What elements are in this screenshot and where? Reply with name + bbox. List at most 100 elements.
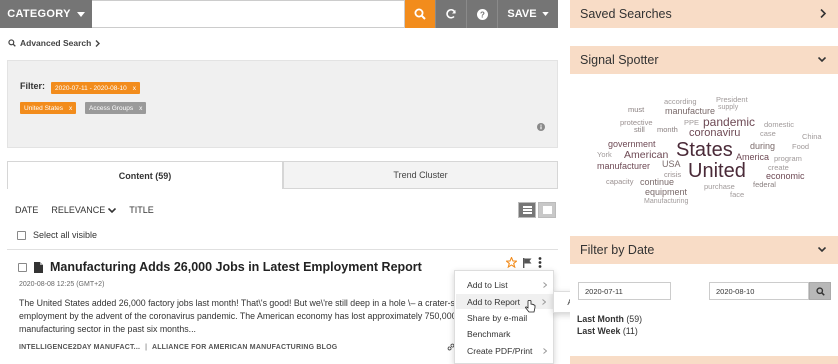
search-input[interactable] — [92, 0, 405, 28]
select-all-label: Select all visible — [33, 230, 98, 240]
filter-by-date-title: Filter by Date — [580, 243, 655, 257]
chevron-right-icon — [543, 348, 547, 354]
saved-searches-title: Saved Searches — [580, 7, 672, 21]
cloud-word[interactable]: federal — [753, 181, 776, 189]
menu-share-email[interactable]: Share by e-mail — [467, 313, 547, 323]
cloud-word[interactable]: still — [634, 126, 645, 134]
grid-view-button[interactable] — [538, 202, 556, 218]
date-filter-chip[interactable]: 2020-07-11 - 2020-08-10 x — [51, 82, 141, 94]
category-dropdown[interactable]: CATEGORY — [0, 0, 92, 28]
cloud-word[interactable]: Food — [792, 143, 809, 151]
cloud-word[interactable]: President — [716, 96, 748, 104]
sort-bar: DATE RELEVANCE TITLE — [15, 205, 154, 215]
search-icon — [8, 39, 16, 47]
list-view-button[interactable] — [518, 202, 536, 218]
cloud-word[interactable]: China — [802, 133, 822, 141]
access-groups-chip[interactable]: Access Groups x — [85, 102, 147, 114]
cloud-word[interactable]: Manufacturing — [644, 198, 688, 205]
cloud-word[interactable]: USA — [662, 160, 681, 169]
menu-add-to-report[interactable]: Add to Report — [456, 294, 553, 309]
period-last-month[interactable]: Last Month (59) — [577, 314, 642, 324]
document-icon — [34, 261, 43, 273]
select-all-row[interactable]: Select all visible — [17, 230, 97, 240]
cloud-word[interactable]: face — [730, 191, 744, 199]
source-separator: | — [145, 344, 147, 351]
cloud-word[interactable]: government — [608, 140, 656, 149]
help-icon: ? — [476, 8, 488, 20]
mouse-cursor-icon — [525, 300, 536, 313]
search-button[interactable] — [405, 0, 435, 28]
menu-create-pdf[interactable]: Create PDF/Print — [467, 346, 547, 356]
search-icon — [815, 286, 825, 296]
result-date: 2020-08-08 12:25 (GMT+2) — [19, 281, 105, 288]
remove-chip-icon[interactable]: x — [133, 85, 136, 92]
caret-down-icon — [76, 11, 85, 17]
results-tabs: Content (59) Trend Cluster — [7, 161, 558, 189]
cloud-word[interactable]: capacity — [606, 178, 634, 186]
menu-add-to-list-label: Add to List — [467, 280, 508, 290]
star-icon[interactable] — [506, 257, 517, 268]
signal-spotter-header[interactable]: Signal Spotter — [570, 46, 838, 74]
category-label: CATEGORY — [7, 8, 71, 20]
result-blog[interactable]: ALLIANCE FOR AMERICAN MANUFACTURING BLOG — [152, 344, 337, 351]
cloud-word[interactable]: supply — [718, 104, 738, 111]
result-publisher[interactable]: INTELLIGENCE2DAY MANUFACT... — [19, 344, 140, 351]
menu-benchmark[interactable]: Benchmark — [467, 329, 547, 339]
date-search-button[interactable] — [809, 282, 831, 300]
cloud-word[interactable]: PPE — [684, 119, 699, 127]
cloud-word[interactable]: domestic — [764, 121, 794, 129]
menu-create-pdf-label: Create PDF/Print — [467, 346, 533, 356]
next-panel-header — [570, 356, 838, 364]
cloud-word[interactable]: during — [750, 142, 775, 151]
sort-date[interactable]: DATE — [15, 205, 38, 215]
date-to-input[interactable]: 2020-08-10 — [709, 282, 809, 300]
result-context-menu: Add to List Add to Report Share by e-mai… — [454, 270, 554, 364]
remove-chip-icon[interactable]: x — [69, 105, 72, 112]
cloud-word[interactable]: case — [760, 130, 776, 138]
sort-title[interactable]: TITLE — [129, 205, 154, 215]
tab-trend-cluster[interactable]: Trend Cluster — [283, 161, 558, 189]
cloud-word[interactable]: must — [628, 106, 644, 114]
help-button[interactable]: ? — [466, 0, 497, 28]
select-all-checkbox[interactable] — [17, 230, 26, 240]
period-last-week[interactable]: Last Week (11) — [577, 326, 638, 336]
result-checkbox[interactable] — [18, 262, 27, 272]
saved-searches-header[interactable]: Saved Searches — [570, 0, 838, 28]
tab-content[interactable]: Content (59) — [7, 161, 283, 189]
filter-by-date-header[interactable]: Filter by Date — [570, 236, 838, 264]
word-cloud: according President supply must manufact… — [570, 74, 838, 222]
chevron-right-icon — [820, 9, 826, 18]
advanced-search-link[interactable]: Advanced Search — [8, 38, 101, 48]
cloud-word[interactable]: according — [664, 98, 697, 106]
save-dropdown[interactable]: SAVE — [497, 0, 558, 28]
sort-relevance[interactable]: RELEVANCE — [51, 205, 117, 215]
cloud-word[interactable]: York — [597, 151, 612, 159]
cloud-word[interactable]: program — [774, 155, 802, 163]
cloud-word[interactable]: coronaviru — [689, 128, 740, 139]
result-source: INTELLIGENCE2DAY MANUFACT... | ALLIANCE … — [19, 344, 337, 351]
menu-add-to-report-label: Add to Report — [467, 296, 521, 307]
refresh-button[interactable] — [435, 0, 466, 28]
cloud-word[interactable]: equipment — [645, 188, 687, 197]
access-groups-chip-label: Access Groups — [89, 104, 134, 112]
caret-down-icon — [541, 12, 549, 16]
flag-icon[interactable] — [523, 257, 532, 268]
info-icon[interactable] — [537, 123, 545, 131]
cloud-word[interactable]: manufacturer — [597, 162, 650, 171]
result-title[interactable]: Manufacturing Adds 26,000 Jobs in Latest… — [50, 260, 422, 274]
chevron-right-icon — [95, 39, 101, 47]
period-count: (59) — [626, 314, 643, 324]
country-filter-chip[interactable]: United States x — [20, 102, 77, 114]
cloud-word[interactable]: States — [676, 140, 733, 160]
more-options-icon[interactable] — [538, 257, 542, 268]
remove-chip-icon[interactable]: x — [139, 105, 142, 112]
date-from-input[interactable]: 2020-07-11 — [578, 282, 671, 300]
filter-by-date-panel: Filter by Date — [570, 236, 838, 264]
menu-add-to-list[interactable]: Add to List — [467, 280, 547, 290]
advanced-search-label: Advanced Search — [20, 38, 92, 48]
result-header: Manufacturing Adds 26,000 Jobs in Latest… — [18, 260, 422, 274]
cloud-word[interactable]: month — [657, 126, 678, 134]
search-icon — [414, 8, 426, 20]
cloud-word[interactable]: United — [688, 161, 746, 181]
cloud-word[interactable]: continue — [640, 178, 674, 187]
